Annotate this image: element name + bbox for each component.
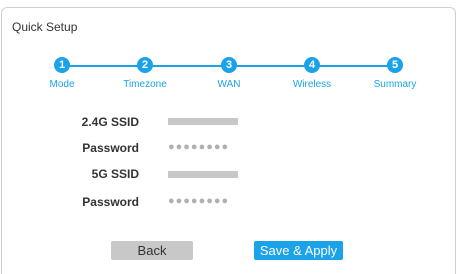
panel-title: Quick Setup bbox=[12, 20, 78, 34]
password-5-value: ●●●●●●●● bbox=[168, 195, 230, 207]
ssid-5-value bbox=[168, 171, 238, 178]
password-24-value: ●●●●●●●● bbox=[168, 141, 230, 153]
back-button[interactable]: Back bbox=[111, 241, 193, 260]
ssid-24-value bbox=[168, 118, 238, 125]
password-24-label: Password bbox=[82, 141, 139, 155]
step-5-label: Summary bbox=[373, 79, 417, 90]
step-4-indicator: 4 bbox=[304, 57, 320, 73]
ssid-5-label: 5G SSID bbox=[91, 167, 139, 181]
step-3-indicator: 3 bbox=[221, 57, 237, 73]
step-2-label: Timezone bbox=[123, 79, 167, 90]
ssid-24-label: 2.4G SSID bbox=[81, 115, 139, 129]
quick-setup-panel: Quick Setup 1 Mode 2 Timezone 3 WAN 4 Wi… bbox=[1, 7, 456, 274]
password-5-label: Password bbox=[82, 195, 139, 209]
save-apply-button[interactable]: Save & Apply bbox=[254, 241, 343, 260]
step-3-label: WAN bbox=[217, 79, 241, 90]
step-1-indicator: 1 bbox=[54, 57, 70, 73]
step-5-indicator: 5 bbox=[387, 57, 403, 73]
step-4-label: Wireless bbox=[292, 79, 332, 90]
step-1-label: Mode bbox=[49, 79, 75, 90]
step-2-indicator: 2 bbox=[137, 57, 153, 73]
